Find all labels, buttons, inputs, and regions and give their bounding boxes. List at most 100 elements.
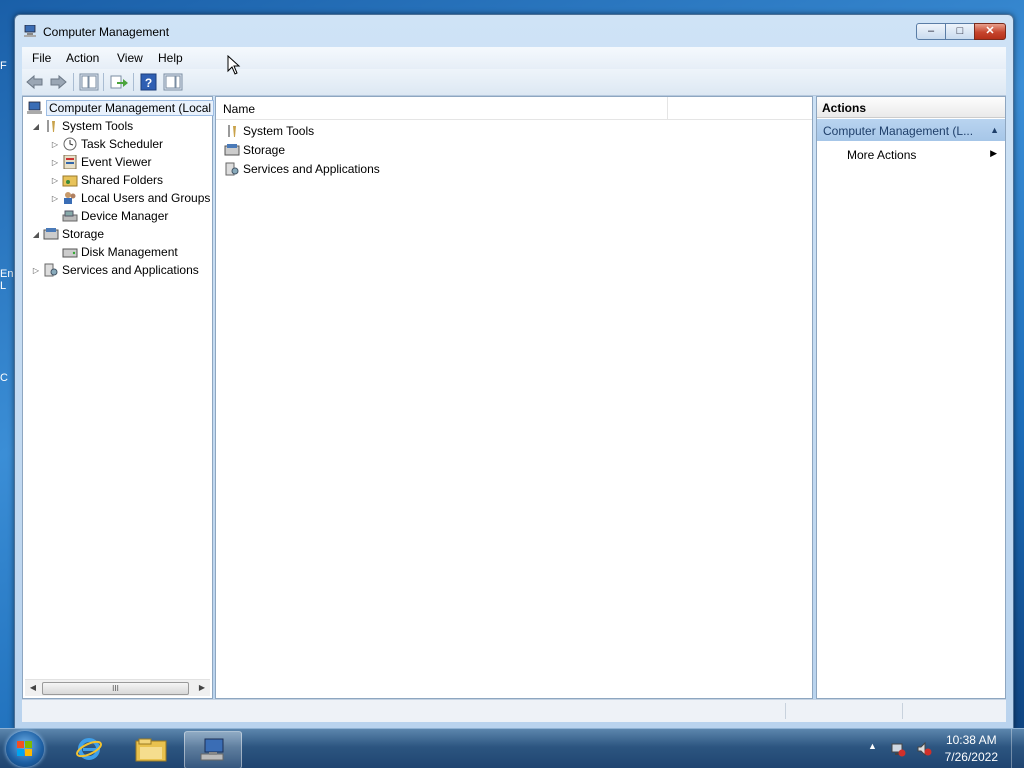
results-list-pane[interactable]: Name System Tools Storage Services and A… (215, 96, 813, 699)
tree-label-device-manager: Device Manager (81, 209, 169, 223)
services-icon (225, 162, 239, 176)
clock-time: 10:38 AM (945, 733, 997, 747)
tree-item-task-scheduler[interactable]: ▷ Task Scheduler (50, 135, 163, 153)
tree-label-root: Computer Management (Local (46, 100, 215, 116)
collapsed-arrow-icon[interactable]: ▷ (31, 266, 41, 275)
tree-label-disk-management: Disk Management (81, 245, 178, 259)
tree-item-disk-management[interactable]: Disk Management (60, 243, 178, 261)
computer-management-window: Computer Management – □ ✕ File Action Vi… (14, 14, 1014, 730)
menu-help[interactable]: Help (158, 51, 183, 65)
expanded-arrow-icon[interactable]: ◢ (31, 230, 41, 239)
tree-label-storage: Storage (62, 227, 105, 241)
folder-icon (135, 738, 167, 762)
close-button[interactable]: ✕ (974, 23, 1006, 40)
tree-label-local-users: Local Users and Groups (81, 191, 211, 205)
disk-management-icon (62, 248, 78, 258)
tree-label-task-scheduler: Task Scheduler (81, 137, 164, 151)
list-item[interactable]: Services and Applications (222, 160, 380, 178)
menu-view[interactable]: View (117, 51, 143, 65)
menu-action[interactable]: Action (66, 51, 99, 65)
console-tree-pane[interactable]: Computer Management (Local ◢ System Tool… (22, 96, 215, 699)
forward-arrow-icon[interactable] (48, 73, 68, 91)
list-item[interactable]: System Tools (222, 122, 314, 140)
collapsed-arrow-icon[interactable]: ▷ (50, 176, 60, 185)
scroll-left-icon[interactable]: ◀ (27, 682, 39, 694)
tree-item-device-manager[interactable]: Device Manager (60, 207, 168, 225)
computer-management-icon (200, 738, 224, 761)
users-icon (64, 192, 76, 204)
tree-item-event-viewer[interactable]: ▷ Event Viewer (50, 153, 151, 171)
taskbar-windows-explorer[interactable] (123, 731, 179, 767)
clock-icon (63, 137, 77, 151)
tree-label-services-apps: Services and Applications (62, 263, 199, 277)
scroll-right-icon[interactable]: ▶ (196, 682, 208, 694)
tree-item-root[interactable]: Computer Management (Local (25, 99, 215, 117)
column-name[interactable]: Name (223, 102, 255, 116)
actions-pane: Actions Computer Management (L... ▲ More… (816, 96, 1006, 699)
tree-item-storage[interactable]: ◢ Storage (31, 225, 104, 243)
storage-icon (224, 144, 240, 156)
taskbar: ▲ 10:38 AM 7/26/2022 (0, 728, 1024, 768)
volume-muted-icon[interactable] (916, 741, 932, 757)
collapsed-arrow-icon[interactable]: ▷ (50, 140, 60, 149)
window-title: Computer Management (43, 25, 170, 39)
tree-item-local-users[interactable]: ▷ Local Users and Groups (50, 189, 210, 207)
event-viewer-icon (63, 155, 77, 169)
system-tools-icon (47, 120, 55, 132)
storage-icon (43, 228, 59, 240)
close-icon: ✕ (985, 25, 995, 37)
console-tree-icon[interactable] (79, 73, 99, 91)
windows-logo-icon (17, 741, 32, 756)
list-item-label: Storage (243, 143, 286, 157)
actions-title: Actions (822, 101, 867, 115)
export-list-icon[interactable] (109, 73, 129, 91)
menu-file[interactable]: File (32, 51, 51, 65)
tree-item-services-apps[interactable]: ▷ Services and Applications (31, 261, 199, 279)
device-manager-icon (62, 210, 78, 222)
tree-label-event-viewer: Event Viewer (81, 155, 152, 169)
back-arrow-icon[interactable] (25, 73, 45, 91)
tree-horizontal-scrollbar[interactable]: ◀ III ▶ (25, 679, 210, 696)
title-bar[interactable]: Computer Management – □ ✕ (15, 15, 1013, 47)
computer-management-icon (27, 101, 42, 114)
show-hidden-icons-icon[interactable]: ▲ (868, 741, 877, 751)
list-item[interactable]: Storage (222, 141, 285, 159)
help-icon[interactable]: ? (139, 73, 159, 91)
actions-section-computer-management[interactable]: Computer Management (L... ▲ (817, 119, 1005, 141)
toolbar: ? (22, 69, 1006, 96)
system-tools-icon (228, 125, 236, 137)
scroll-thumb[interactable]: III (42, 682, 189, 695)
maximize-button[interactable]: □ (945, 23, 975, 40)
computer-management-icon (24, 25, 36, 37)
tree-item-system-tools[interactable]: ◢ System Tools (31, 117, 133, 135)
clock-date: 7/26/2022 (944, 750, 998, 764)
network-icon[interactable] (890, 741, 906, 757)
list-column-header: Name (216, 97, 812, 120)
list-item-label: Services and Applications (243, 162, 380, 176)
status-bar (22, 699, 1006, 722)
actions-header: Actions (817, 97, 1005, 118)
tray-clock[interactable]: 10:38 AM 7/26/2022 (945, 733, 998, 764)
tree-item-shared-folders[interactable]: ▷ Shared Folders (50, 171, 163, 189)
submenu-arrow-icon[interactable]: ▶ (990, 148, 997, 159)
more-actions-link[interactable]: More Actions (847, 148, 916, 162)
action-pane-icon[interactable] (163, 73, 183, 91)
mouse-cursor-icon (227, 55, 241, 75)
minimize-button[interactable]: – (916, 23, 946, 40)
services-icon (44, 263, 58, 277)
collapsed-arrow-icon[interactable]: ▷ (50, 158, 60, 167)
taskbar-internet-explorer[interactable] (62, 731, 118, 767)
internet-explorer-icon (76, 738, 102, 760)
maximize-icon: □ (956, 25, 964, 37)
start-button[interactable] (6, 731, 44, 767)
actions-section-label: Computer Management (L... (823, 124, 974, 138)
list-item-label: System Tools (243, 124, 315, 138)
show-desktop-button[interactable] (1011, 729, 1024, 768)
expanded-arrow-icon[interactable]: ◢ (31, 122, 41, 131)
taskbar-computer-management[interactable] (184, 731, 242, 768)
collapsed-arrow-icon[interactable]: ▷ (50, 194, 60, 203)
collapse-up-icon[interactable]: ▲ (990, 125, 999, 135)
menu-bar: File Action View Help (22, 47, 1006, 69)
tree-label-shared-folders: Shared Folders (81, 173, 164, 187)
tree-label-system-tools: System Tools (62, 119, 134, 133)
